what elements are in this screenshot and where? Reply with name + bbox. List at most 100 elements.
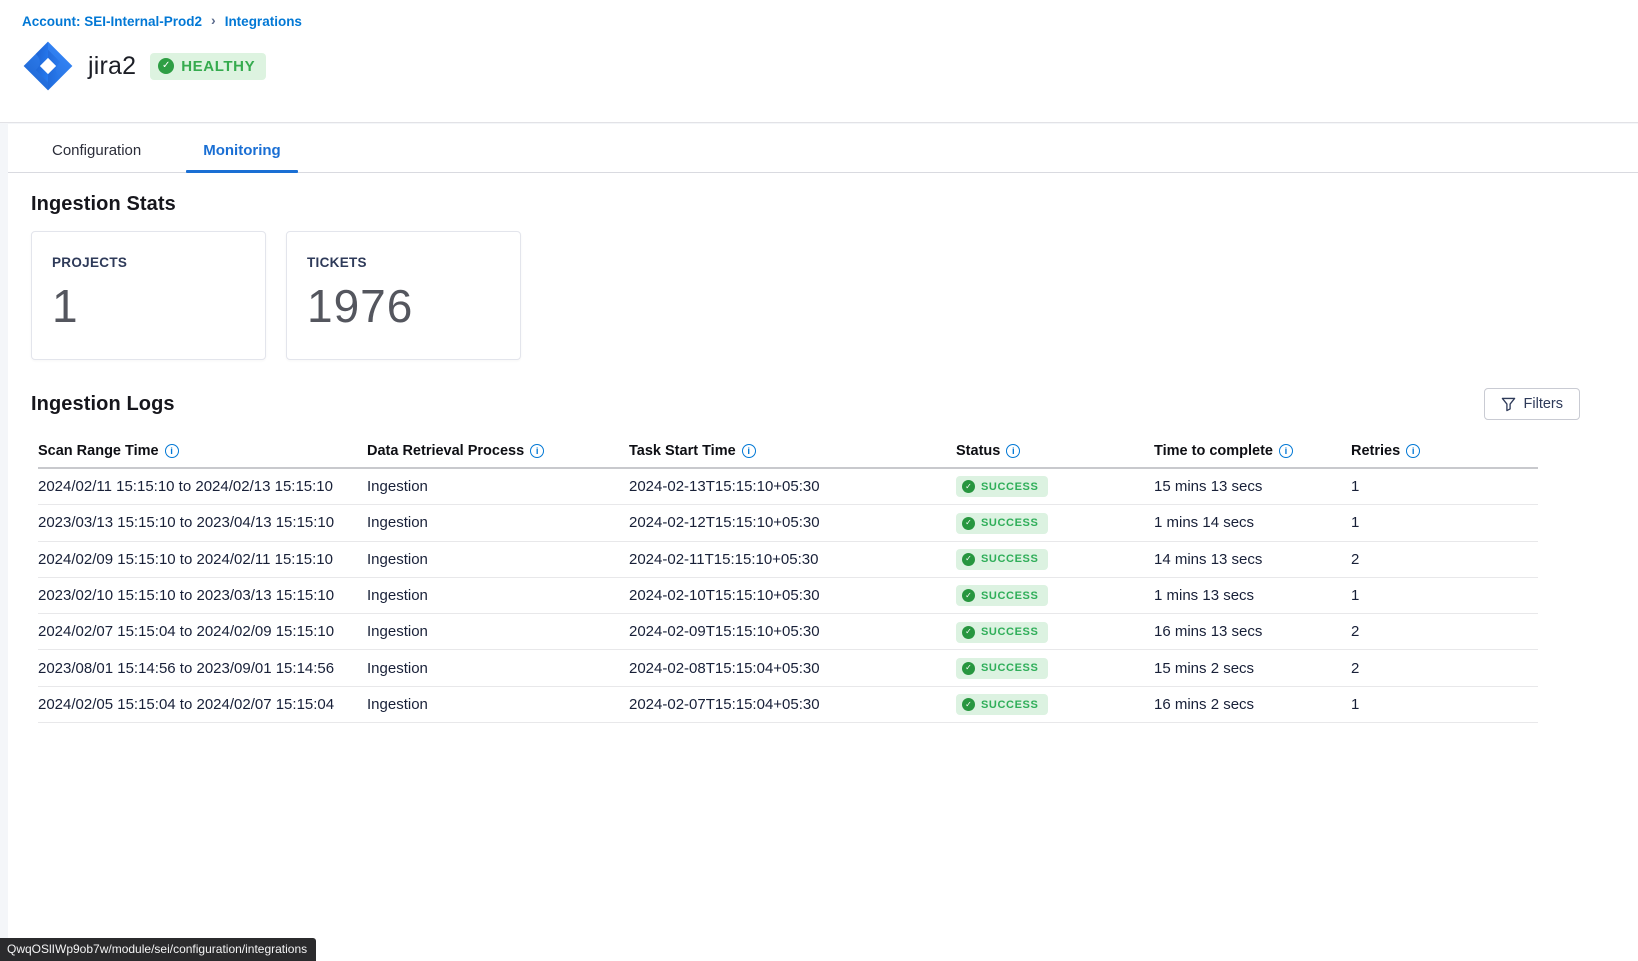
cell-process: Ingestion — [367, 478, 629, 495]
table-row: 2024/02/05 15:15:04 to 2024/02/07 15:15:… — [38, 687, 1538, 723]
info-icon[interactable]: i — [165, 444, 179, 458]
ingestion-stats-heading: Ingestion Stats — [31, 193, 1638, 216]
column-label: Retries — [1351, 443, 1400, 459]
tab-configuration[interactable]: Configuration — [35, 130, 158, 172]
monitoring-content: Ingestion Stats PROJECTS 1 TICKETS 1976 … — [8, 173, 1638, 723]
filters-button-label: Filters — [1524, 396, 1563, 412]
table-row: 2023/02/10 15:15:10 to 2023/03/13 15:15:… — [38, 578, 1538, 614]
status-label: SUCCESS — [981, 626, 1038, 638]
stat-label: PROJECTS — [52, 255, 265, 270]
cell-time-to-complete: 16 mins 2 secs — [1154, 696, 1351, 713]
cell-time-to-complete: 14 mins 13 secs — [1154, 551, 1351, 568]
integration-title-row: jira2 ✓ HEALTHY — [22, 40, 266, 92]
col-retries: Retries i — [1351, 443, 1538, 459]
breadcrumb: Account: SEI-Internal-Prod2 › Integratio… — [22, 13, 302, 29]
stat-value: 1976 — [307, 279, 520, 333]
cell-time-to-complete: 1 mins 13 secs — [1154, 587, 1351, 604]
health-status-label: HEALTHY — [181, 58, 255, 75]
cell-retries: 1 — [1351, 514, 1538, 531]
status-badge: ✓ SUCCESS — [956, 622, 1048, 643]
status-label: SUCCESS — [981, 481, 1038, 493]
cell-scan-range: 2024/02/05 15:15:04 to 2024/02/07 15:15:… — [38, 696, 367, 713]
cell-task-start: 2024-02-09T15:15:10+05:30 — [629, 623, 956, 640]
cell-status: ✓ SUCCESS — [956, 694, 1154, 716]
info-icon[interactable]: i — [1279, 444, 1293, 458]
column-label: Status — [956, 443, 1000, 459]
tab-bar: Configuration Monitoring — [8, 130, 1638, 173]
cell-process: Ingestion — [367, 587, 629, 604]
status-label: SUCCESS — [981, 590, 1038, 602]
column-label: Scan Range Time — [38, 443, 159, 459]
cell-task-start: 2024-02-07T15:15:04+05:30 — [629, 696, 956, 713]
health-status-badge: ✓ HEALTHY — [150, 53, 266, 80]
ingestion-logs-heading: Ingestion Logs — [31, 393, 175, 416]
check-circle-icon: ✓ — [962, 626, 975, 639]
cell-time-to-complete: 15 mins 13 secs — [1154, 478, 1351, 495]
browser-link-preview: QwqOSlIWp9ob7w/module/sei/configuration/… — [0, 938, 316, 961]
table-header-row: Scan Range Time i Data Retrieval Process… — [38, 435, 1538, 469]
cell-scan-range: 2023/08/01 15:14:56 to 2023/09/01 15:14:… — [38, 660, 367, 677]
stat-card-projects: PROJECTS 1 — [31, 231, 266, 360]
breadcrumb-account-link[interactable]: Account: SEI-Internal-Prod2 — [22, 14, 202, 29]
status-label: SUCCESS — [981, 553, 1038, 565]
check-circle-icon: ✓ — [962, 698, 975, 711]
cell-status: ✓SUCCESS — [956, 657, 1154, 679]
cell-status: ✓SUCCESS — [956, 512, 1154, 534]
col-data-retrieval-process: Data Retrieval Process i — [367, 443, 629, 459]
cell-process: Ingestion — [367, 514, 629, 531]
cell-retries: 1 — [1351, 696, 1538, 713]
stat-label: TICKETS — [307, 255, 520, 270]
cell-process: Ingestion — [367, 623, 629, 640]
stat-card-tickets: TICKETS 1976 — [286, 231, 521, 360]
status-badge: ✓ SUCCESS — [956, 476, 1048, 497]
table-row: 2024/02/09 15:15:10 to 2024/02/11 15:15:… — [38, 542, 1538, 578]
ingestion-logs-header: Ingestion Logs Filters — [31, 388, 1638, 420]
stat-value: 1 — [52, 279, 265, 333]
cell-process: Ingestion — [367, 660, 629, 677]
breadcrumb-integrations-link[interactable]: Integrations — [225, 14, 302, 29]
cell-process: Ingestion — [367, 696, 629, 713]
col-status: Status i — [956, 443, 1154, 459]
cell-retries: 2 — [1351, 551, 1538, 568]
col-time-to-complete: Time to complete i — [1154, 443, 1351, 459]
filters-button[interactable]: Filters — [1484, 388, 1580, 420]
cell-task-start: 2024-02-08T15:15:04+05:30 — [629, 660, 956, 677]
table-body: 2024/02/11 15:15:10 to 2024/02/13 15:15:… — [38, 469, 1538, 723]
info-icon[interactable]: i — [1006, 444, 1020, 458]
status-badge: ✓SUCCESS — [956, 658, 1048, 679]
cell-retries: 2 — [1351, 660, 1538, 677]
cell-task-start: 2024-02-11T15:15:10+05:30 — [629, 551, 956, 568]
check-circle-icon: ✓ — [962, 480, 975, 493]
cell-process: Ingestion — [367, 551, 629, 568]
info-icon[interactable]: i — [742, 444, 756, 458]
status-label: SUCCESS — [981, 699, 1038, 711]
column-label: Data Retrieval Process — [367, 443, 524, 459]
cell-scan-range: 2024/02/11 15:15:10 to 2024/02/13 15:15:… — [38, 478, 367, 495]
cell-scan-range: 2024/02/07 15:15:04 to 2024/02/09 15:15:… — [38, 623, 367, 640]
table-row: 2023/03/13 15:15:10 to 2023/04/13 15:15:… — [38, 505, 1538, 541]
cell-retries: 1 — [1351, 587, 1538, 604]
col-task-start-time: Task Start Time i — [629, 443, 956, 459]
info-icon[interactable]: i — [1406, 444, 1420, 458]
cell-task-start: 2024-02-13T15:15:10+05:30 — [629, 478, 956, 495]
cell-scan-range: 2024/02/09 15:15:10 to 2024/02/11 15:15:… — [38, 551, 367, 568]
check-circle-icon: ✓ — [962, 662, 975, 675]
info-icon[interactable]: i — [530, 444, 544, 458]
cell-status: ✓ SUCCESS — [956, 548, 1154, 570]
cell-status: ✓ SUCCESS — [956, 476, 1154, 498]
col-scan-range-time: Scan Range Time i — [38, 443, 367, 459]
cell-task-start: 2024-02-10T15:15:10+05:30 — [629, 587, 956, 604]
cell-task-start: 2024-02-12T15:15:10+05:30 — [629, 514, 956, 531]
check-circle-icon: ✓ — [962, 553, 975, 566]
cell-status: ✓ SUCCESS — [956, 621, 1154, 643]
status-badge: ✓ SUCCESS — [956, 549, 1048, 570]
cell-time-to-complete: 1 mins 14 secs — [1154, 514, 1351, 531]
jira-logo-icon — [22, 40, 74, 92]
tab-monitoring[interactable]: Monitoring — [186, 130, 297, 172]
cell-time-to-complete: 16 mins 13 secs — [1154, 623, 1351, 640]
main-panel: Configuration Monitoring Ingestion Stats… — [8, 124, 1638, 961]
status-badge: ✓SUCCESS — [956, 585, 1048, 606]
check-circle-icon: ✓ — [962, 517, 975, 530]
cell-time-to-complete: 15 mins 2 secs — [1154, 660, 1351, 677]
table-row: 2023/08/01 15:14:56 to 2023/09/01 15:14:… — [38, 650, 1538, 686]
